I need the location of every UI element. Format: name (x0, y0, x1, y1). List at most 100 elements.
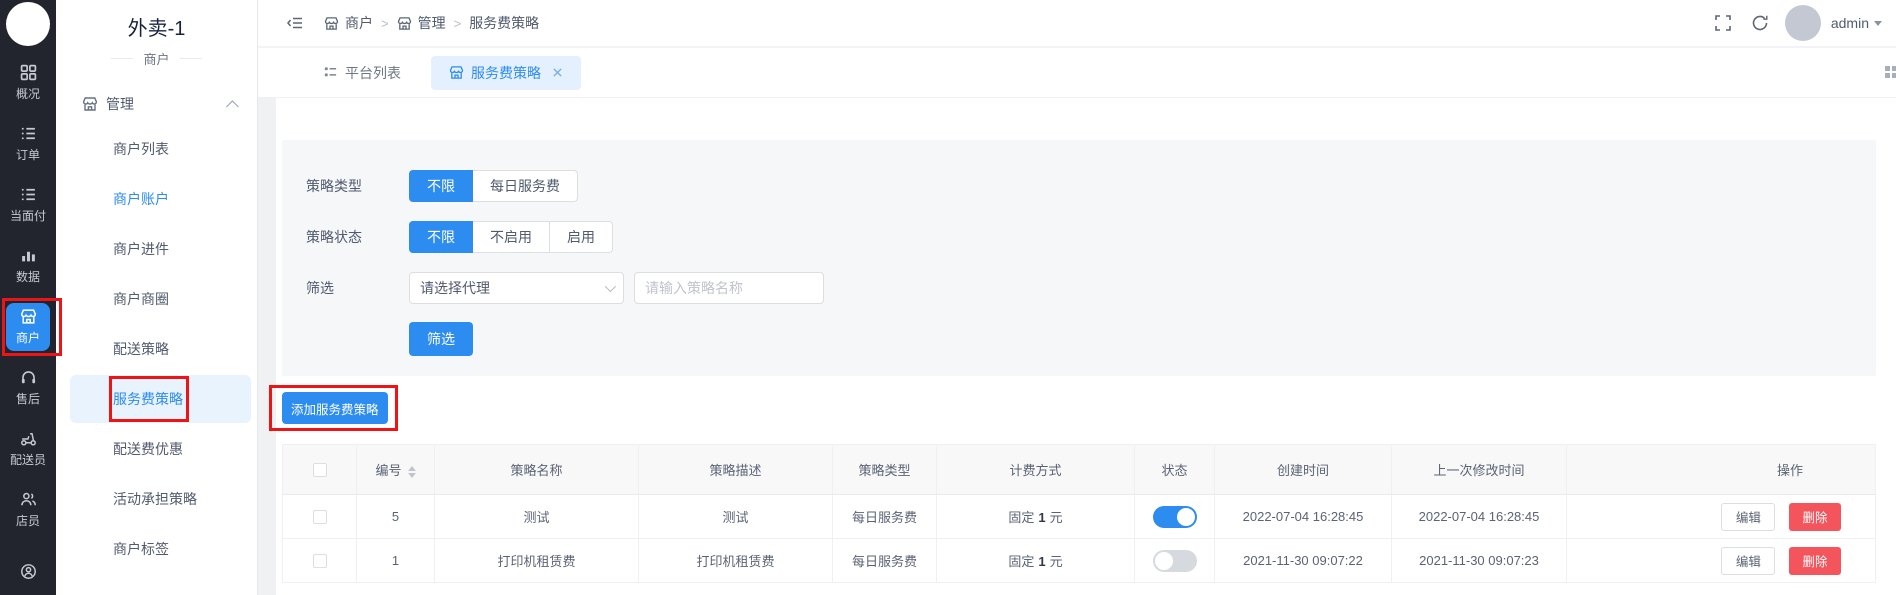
sidebar-item-merchant-list[interactable]: 商户列表 (56, 124, 257, 174)
cell-type: 每日服务费 (832, 538, 937, 583)
breadcrumb-item-merchant[interactable]: 商户 (324, 13, 373, 33)
tab-service-fee-policy[interactable]: 服务费策略 (431, 55, 581, 90)
filter-row-status: 策略状态 不限 不启用 启用 (306, 221, 1852, 253)
rail-item-aftersale[interactable]: 售后 (0, 364, 56, 412)
breadcrumb-item-manage[interactable]: 管理 (397, 13, 446, 33)
staff-people-icon (20, 491, 37, 508)
cell-desc: 测试 (638, 494, 833, 539)
cell-id: 1 (356, 538, 435, 583)
rail-item-label: 售后 (15, 392, 40, 406)
headset-icon (20, 369, 37, 386)
tab-platform-list[interactable]: 平台列表 (305, 56, 419, 90)
sidebar-item-merchant-account[interactable]: 商户账户 (56, 174, 257, 224)
sidebar-item-merchant-district[interactable]: 商户商圈 (56, 274, 257, 324)
status-option-enabled[interactable]: 启用 (550, 221, 613, 253)
cell-type: 每日服务费 (832, 494, 937, 539)
brand-title: 外卖-1 (127, 18, 186, 40)
rail-item-facepay[interactable]: 当面付 (0, 181, 56, 229)
cell-status (1134, 494, 1215, 539)
select-all-checkbox[interactable] (312, 463, 327, 478)
rail-item-staff[interactable]: 店员 (0, 486, 56, 534)
breadcrumb-label: 服务费策略 (469, 15, 540, 31)
sidebar-item-label: 服务费策略 (109, 376, 189, 422)
username-label: admin (1830, 15, 1869, 31)
header-modified: 上一次修改时间 (1391, 444, 1567, 495)
row-checkbox[interactable] (312, 510, 327, 525)
header-type: 策略类型 (832, 444, 937, 495)
cell-id: 5 (356, 494, 435, 539)
breadcrumb-label: 商户 (345, 15, 373, 31)
breadcrumb-separator: > (381, 15, 389, 31)
filter-row-type: 策略类型 不限 每日服务费 (306, 170, 1852, 202)
rail-item-label: 当面付 (9, 209, 46, 223)
rail-item-label: 店员 (15, 514, 40, 528)
status-option-unlimited[interactable]: 不限 (409, 221, 473, 253)
header-id[interactable]: 编号 (356, 444, 435, 495)
cell-modified: 2021-11-30 09:07:23 (1391, 538, 1567, 583)
agent-select[interactable]: 请选择代理 (409, 272, 624, 304)
breadcrumb-item-service-fee[interactable]: 服务费策略 (469, 13, 539, 33)
caret-down-icon (1874, 20, 1882, 26)
rail-item-orders[interactable]: 订单 (0, 120, 56, 168)
status-toggle[interactable] (1152, 505, 1197, 528)
sidebar-item-merchant-onboarding[interactable]: 商户进件 (56, 224, 257, 274)
policy-name-input[interactable] (634, 272, 824, 304)
user-menu[interactable]: admin (1831, 15, 1882, 31)
edit-button[interactable]: 编辑 (1721, 502, 1776, 531)
type-option-unlimited[interactable]: 不限 (409, 170, 473, 202)
top-header-bar: 商户 > 管理 > 服务费策略 admin (258, 0, 1896, 48)
sort-caret-icon[interactable] (407, 465, 416, 478)
user-avatar[interactable] (1784, 5, 1821, 41)
filter-panel: 策略类型 不限 每日服务费 策略状态 不限 不启用 启用 筛选 请选择代理 请输… (282, 140, 1876, 376)
rail-item-member-partial[interactable] (0, 547, 56, 595)
delete-button[interactable]: 删除 (1789, 502, 1841, 531)
status-toggle[interactable] (1152, 549, 1197, 572)
delete-button[interactable]: 删除 (1789, 546, 1841, 575)
refresh-icon[interactable] (1751, 14, 1769, 32)
breadcrumb: 商户 > 管理 > 服务费策略 (324, 13, 539, 33)
sidebar-group-manage[interactable]: 管理 (56, 84, 257, 124)
close-icon[interactable] (552, 67, 563, 78)
grid-icon (20, 64, 37, 81)
filter-submit-button[interactable]: 筛选 (409, 322, 473, 356)
collapse-menu-icon[interactable] (286, 14, 304, 32)
rail-item-label: 订单 (15, 148, 40, 162)
scroll-gutter (258, 98, 276, 595)
cell-billing: 固定 1 元 (936, 494, 1135, 539)
rail-item-data[interactable]: 数据 (0, 242, 56, 290)
filter-label: 策略类型 (306, 178, 362, 194)
cell-modified: 2022-07-04 16:28:45 (1391, 494, 1567, 539)
tab-label: 服务费策略 (471, 64, 541, 81)
sidebar-item-service-fee-policy[interactable]: 服务费策略 (56, 374, 257, 424)
sidebar-item-merchant-tags[interactable]: 商户标签 (56, 524, 257, 574)
add-service-fee-policy-button[interactable]: 添加服务费策略 (282, 392, 388, 424)
fullscreen-icon[interactable] (1714, 14, 1732, 32)
sidebar-item-delivery-fee-discount[interactable]: 配送费优惠 (56, 424, 257, 474)
rail-item-label: 概况 (15, 87, 40, 101)
row-checkbox-cell (282, 538, 357, 583)
sidebar-item-label: 商户商圈 (113, 291, 169, 307)
row-checkbox-cell (282, 494, 357, 539)
rail-item-overview[interactable]: 概况 (0, 59, 56, 107)
status-option-disabled[interactable]: 不启用 (473, 221, 550, 253)
scooter-icon (20, 430, 37, 447)
sidebar-item-label: 商户进件 (113, 241, 169, 257)
sidebar-item-activity-cost-policy[interactable]: 活动承担策略 (56, 474, 257, 524)
store-icon (324, 16, 339, 31)
row-checkbox[interactable] (312, 554, 327, 569)
cell-created: 2022-07-04 16:28:45 (1214, 494, 1392, 539)
sidebar-item-label: 配送费优惠 (113, 441, 183, 457)
cell-billing: 固定 1 元 (936, 538, 1135, 583)
facepay-list-icon (20, 186, 37, 203)
rail-item-label: 商户 (15, 331, 40, 345)
main-area: 商户 > 管理 > 服务费策略 admin 平台列表 服务费策略 策略类型 不限… (258, 0, 1896, 595)
chevron-up-icon (226, 99, 239, 113)
rail-item-courier[interactable]: 配送员 (0, 425, 56, 473)
edit-button[interactable]: 编辑 (1721, 546, 1776, 575)
filter-row-submit: 筛选 (306, 322, 1852, 356)
sidebar-item-delivery-policy[interactable]: 配送策略 (56, 324, 257, 374)
rail-item-merchant[interactable]: 商户 (0, 298, 62, 356)
brand-subtitle-row: 商户 (56, 49, 257, 68)
tab-options-grid-icon[interactable] (1885, 66, 1896, 79)
type-option-daily-fee[interactable]: 每日服务费 (473, 170, 578, 202)
